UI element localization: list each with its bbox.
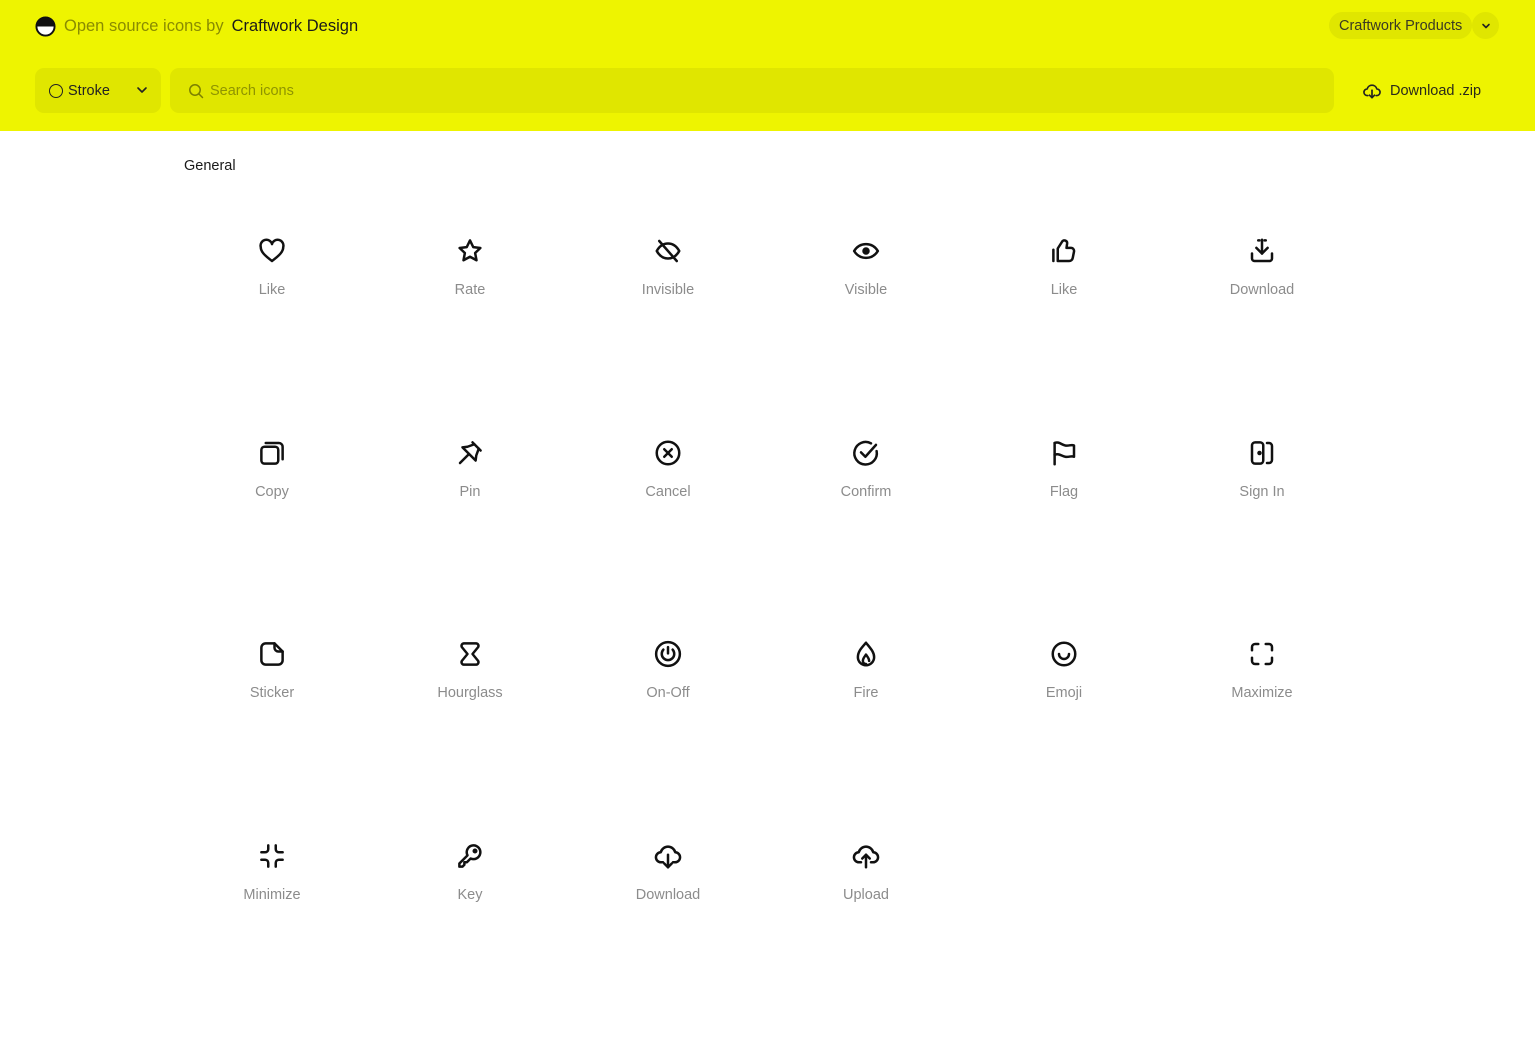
icon-card[interactable]: Invisible <box>569 236 767 438</box>
icon-card[interactable]: Copy <box>173 438 371 640</box>
icon-label: Download <box>1230 282 1295 298</box>
icon-card[interactable]: Hourglass <box>371 639 569 841</box>
power-icon <box>653 639 683 669</box>
cloud-download-icon <box>653 841 683 871</box>
brand[interactable]: Open source icons by Craftwork Design <box>35 14 358 38</box>
icon-card[interactable]: Upload <box>767 841 965 1042</box>
icon-label: Like <box>1051 282 1078 298</box>
key-icon <box>455 841 485 871</box>
icon-card[interactable]: Sticker <box>173 639 371 841</box>
download-zip-label: Download .zip <box>1390 83 1481 99</box>
section-title: General <box>184 158 236 174</box>
icon-label: Key <box>458 887 483 903</box>
icon-label: Flag <box>1050 484 1078 500</box>
thumbs-up-icon <box>1049 236 1079 266</box>
style-select[interactable]: Stroke <box>35 68 161 113</box>
search-icon <box>188 83 204 99</box>
icon-label: Confirm <box>841 484 892 500</box>
cloud-download-icon <box>1362 81 1382 101</box>
confirm-circle-icon <box>851 438 881 468</box>
top-header: Open source icons by Craftwork Design Cr… <box>0 0 1535 131</box>
icon-card[interactable]: Flag <box>965 438 1163 640</box>
icon-card[interactable]: Confirm <box>767 438 965 640</box>
download-zip-button[interactable]: Download .zip <box>1362 78 1481 104</box>
sign-in-icon <box>1247 438 1277 468</box>
icon-card[interactable]: Pin <box>371 438 569 640</box>
style-select-value: Stroke <box>68 83 110 99</box>
heart-icon <box>257 236 287 266</box>
eye-off-icon <box>653 236 683 266</box>
brand-prefix: Open source icons by <box>64 17 224 36</box>
icon-label: Invisible <box>642 282 694 298</box>
icon-card[interactable]: Sign In <box>1163 438 1361 640</box>
cancel-circle-icon <box>653 438 683 468</box>
icon-label: Fire <box>854 685 879 701</box>
sticker-icon <box>257 639 287 669</box>
icon-card[interactable]: Like <box>965 236 1163 438</box>
icon-card[interactable]: Download <box>1163 236 1361 438</box>
hourglass-icon <box>455 639 485 669</box>
icon-label: Hourglass <box>437 685 502 701</box>
icon-card[interactable]: Maximize <box>1163 639 1361 841</box>
icon-label: Copy <box>255 484 289 500</box>
logo-icon <box>35 16 56 37</box>
icon-label: Emoji <box>1046 685 1082 701</box>
flag-icon <box>1049 438 1079 468</box>
eye-icon <box>851 236 881 266</box>
icon-label: Like <box>259 282 286 298</box>
icon-label: Download <box>636 887 701 903</box>
fire-icon <box>851 639 881 669</box>
icon-label: Minimize <box>243 887 300 903</box>
icon-card[interactable]: Fire <box>767 639 965 841</box>
icon-card[interactable]: Key <box>371 841 569 1042</box>
icon-label: On-Off <box>646 685 689 701</box>
icon-label: Sign In <box>1239 484 1284 500</box>
star-icon <box>455 236 485 266</box>
search-bar[interactable] <box>170 68 1334 113</box>
icon-card[interactable]: Minimize <box>173 841 371 1042</box>
icon-label: Visible <box>845 282 887 298</box>
chevron-down-icon <box>1480 20 1492 32</box>
emoji-icon <box>1049 639 1079 669</box>
icon-label: Maximize <box>1231 685 1292 701</box>
icon-label: Pin <box>460 484 481 500</box>
icon-card[interactable]: Like <box>173 236 371 438</box>
icon-label: Rate <box>455 282 486 298</box>
chevron-down-icon <box>135 83 149 97</box>
icon-card[interactable]: Download <box>569 841 767 1042</box>
copy-icon <box>257 438 287 468</box>
icon-grid: Like Rate Invisible Visible Like Download Copy… <box>173 236 1361 1042</box>
icon-label: Cancel <box>645 484 690 500</box>
icon-card[interactable]: Rate <box>371 236 569 438</box>
icon-card[interactable]: Cancel <box>569 438 767 640</box>
download-tray-icon <box>1247 236 1277 266</box>
pin-icon <box>455 438 485 468</box>
craftwork-products-button[interactable]: Craftwork Products <box>1329 12 1472 39</box>
icon-card[interactable]: On-Off <box>569 639 767 841</box>
search-input[interactable] <box>210 83 1310 99</box>
cloud-upload-icon <box>851 841 881 871</box>
products-dropdown-button[interactable] <box>1472 12 1499 39</box>
icon-label: Sticker <box>250 685 294 701</box>
icon-label: Upload <box>843 887 889 903</box>
stroke-circle-icon <box>49 84 63 98</box>
icon-card[interactable]: Visible <box>767 236 965 438</box>
minimize-icon <box>257 841 287 871</box>
brand-name-link[interactable]: Craftwork Design <box>232 17 359 36</box>
maximize-icon <box>1247 639 1277 669</box>
icon-card[interactable]: Emoji <box>965 639 1163 841</box>
